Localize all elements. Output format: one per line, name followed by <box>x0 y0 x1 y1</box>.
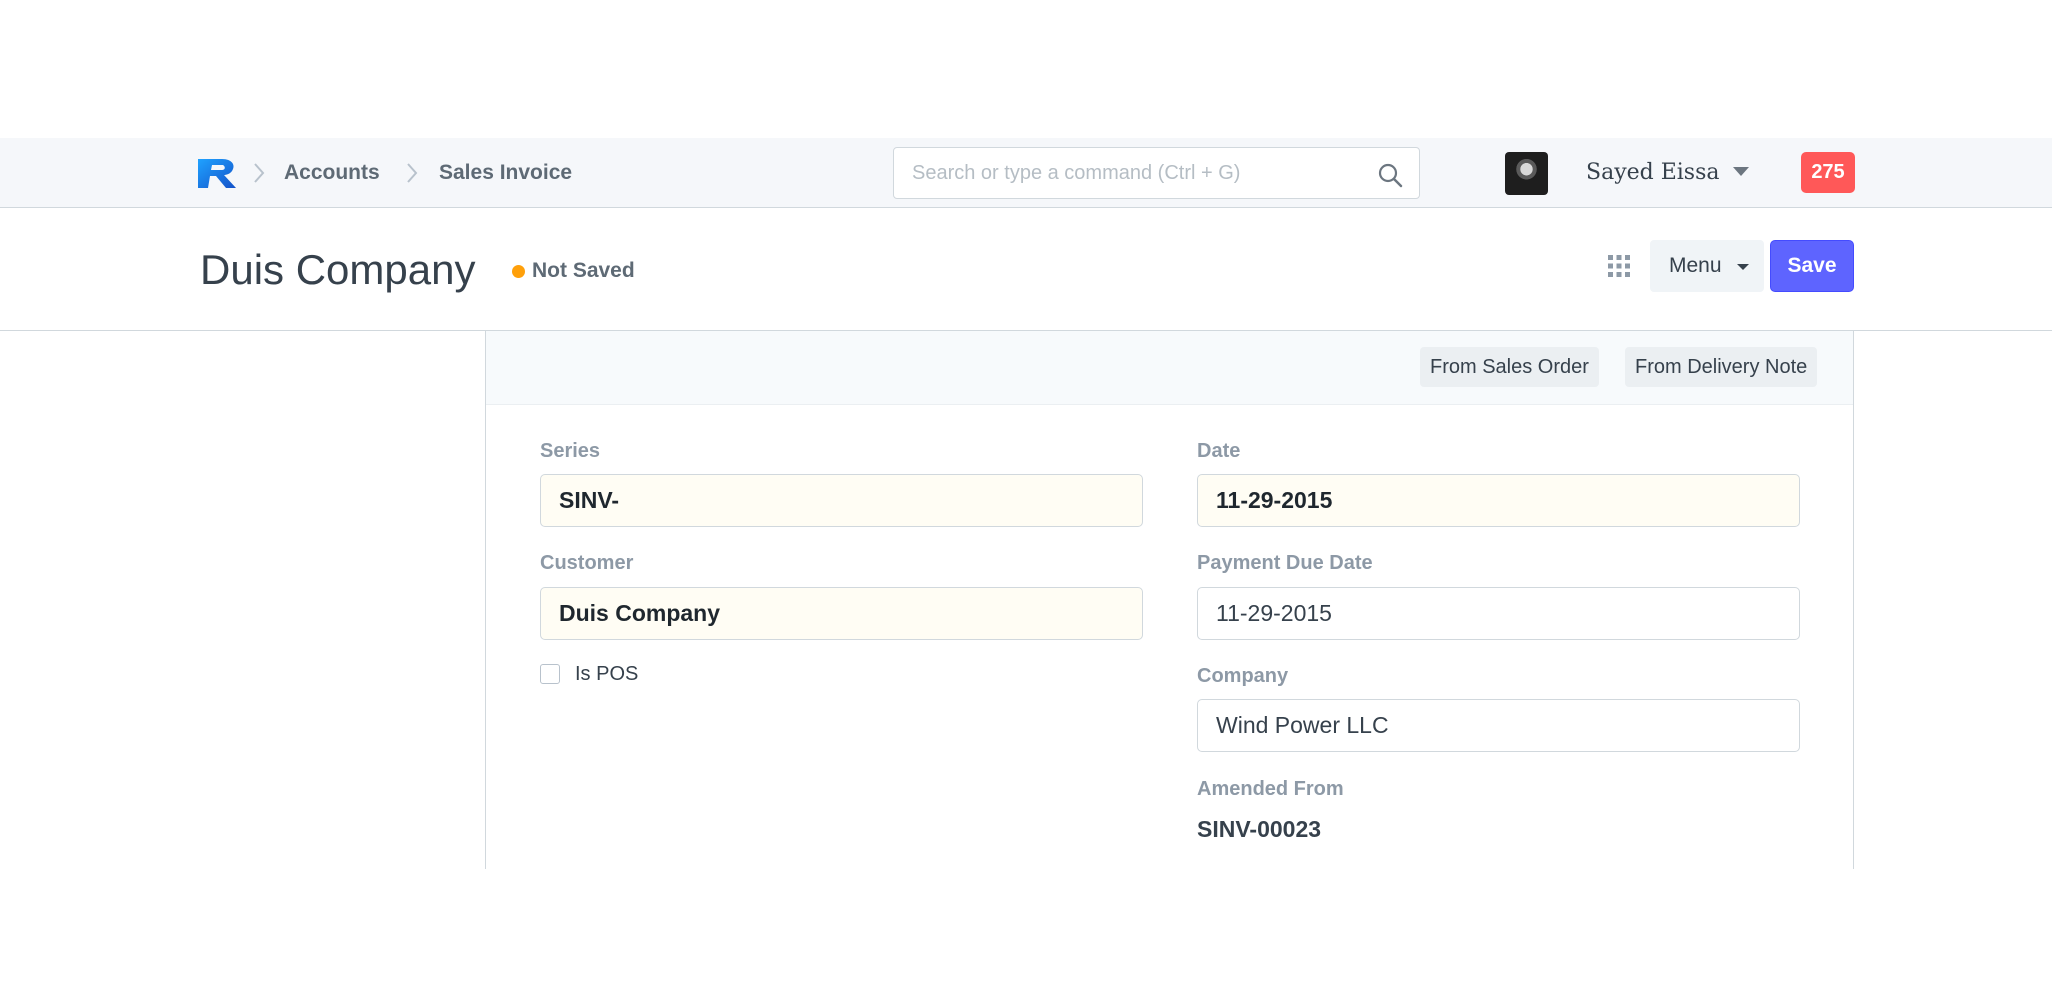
company-field[interactable] <box>1197 699 1800 752</box>
chevron-right-icon <box>254 163 265 183</box>
series-field[interactable] <box>540 474 1143 527</box>
navbar: Accounts Sales Invoice Sayed Eissa 275 <box>0 138 2052 208</box>
payment-due-date-field[interactable] <box>1197 587 1800 640</box>
page-head: Duis Company Not Saved Menu Save <box>0 209 2052 331</box>
status-indicator: Not Saved <box>532 259 635 282</box>
chevron-right-icon <box>407 163 418 183</box>
customer-field[interactable] <box>540 587 1143 640</box>
series-label: Series <box>540 440 601 462</box>
breadcrumb-accounts[interactable]: Accounts <box>284 160 380 186</box>
payment-due-date-label: Payment Due Date <box>1197 552 1373 574</box>
apps-grid-icon[interactable] <box>1607 254 1631 278</box>
from-sales-order-button[interactable]: From Sales Order <box>1420 347 1599 387</box>
amended-from-label: Amended From <box>1197 778 1344 800</box>
notification-badge[interactable]: 275 <box>1801 152 1855 193</box>
form-card: From Sales Order From Delivery Note Seri… <box>485 331 1854 869</box>
company-label: Company <box>1197 665 1289 687</box>
date-field[interactable] <box>1197 474 1800 527</box>
amended-from-value[interactable]: SINV-00023 <box>1197 814 1321 844</box>
caret-down-icon <box>1737 264 1749 270</box>
caret-down-icon[interactable] <box>1733 167 1749 176</box>
is-pos-checkbox[interactable] <box>540 664 560 684</box>
customer-label: Customer <box>540 552 634 574</box>
brand-logo-icon[interactable] <box>196 156 240 190</box>
search-box <box>893 147 1420 199</box>
page-title: Duis Company <box>200 246 476 293</box>
status-dot-icon <box>512 265 525 278</box>
menu-button[interactable]: Menu <box>1650 240 1764 292</box>
save-button[interactable]: Save <box>1770 240 1854 292</box>
search-input[interactable] <box>894 148 1419 198</box>
avatar[interactable] <box>1505 152 1548 195</box>
user-name[interactable]: Sayed Eissa <box>1586 158 1720 188</box>
date-label: Date <box>1197 440 1241 462</box>
breadcrumb-sales-invoice[interactable]: Sales Invoice <box>439 160 572 186</box>
from-delivery-note-button[interactable]: From Delivery Note <box>1625 347 1818 387</box>
search-icon[interactable] <box>1377 162 1403 188</box>
menu-button-label: Menu <box>1669 254 1722 277</box>
is-pos-label[interactable]: Is POS <box>575 661 638 687</box>
form-toolbar: From Sales Order From Delivery Note <box>486 331 1853 405</box>
